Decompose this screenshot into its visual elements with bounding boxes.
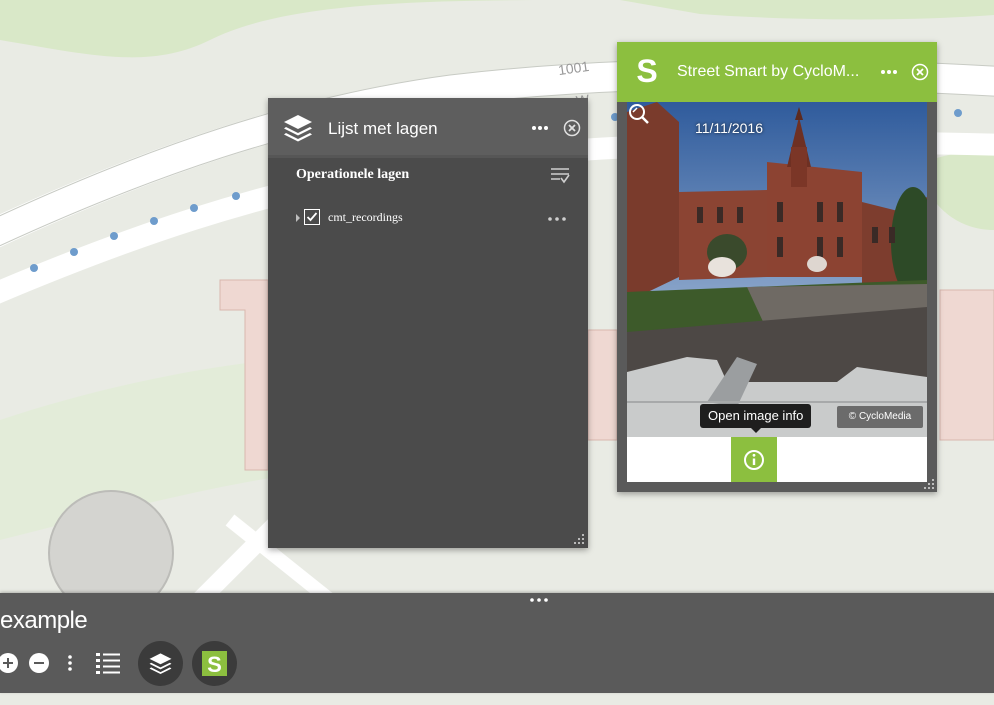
zoom-out-icon[interactable] [29, 653, 49, 673]
expand-triangle-icon[interactable] [294, 213, 302, 223]
checkmark-icon [306, 212, 318, 222]
capture-date: 11/11/2016 [695, 120, 763, 136]
resize-handle-icon[interactable] [923, 478, 935, 490]
panorama-image [627, 102, 927, 437]
layer-name: cmt_recordings [328, 210, 403, 224]
zoom-in-icon[interactable] [0, 653, 18, 673]
viewer-toolbar [627, 437, 927, 482]
panel-title: Lijst met lagen [328, 119, 438, 138]
more-options-icon[interactable] [879, 64, 899, 80]
image-info-tooltip: Open image info [700, 404, 812, 433]
layer-list-button[interactable] [138, 641, 183, 686]
street-smart-logo-icon: S [202, 651, 227, 676]
logo-letter: S [207, 652, 222, 676]
section-title: Operationele lagen [296, 167, 410, 182]
layer-list-panel: Lijst met lagen Operationele lagen cmt_r… [268, 98, 588, 548]
filter-layers-icon[interactable] [549, 164, 571, 186]
app-title: example [0, 607, 88, 634]
street-smart-logo-icon: S [636, 54, 657, 88]
layer-more-options-icon[interactable] [546, 213, 568, 225]
copyright-label: © CycloMedia [837, 406, 923, 428]
bottom-toolbar: example S [0, 593, 994, 693]
layers-icon [149, 653, 172, 675]
image-info-button[interactable] [731, 437, 777, 482]
street-smart-panel: S Street Smart by CycloM... 11/11/2016 ©… [617, 42, 937, 492]
panel-title: Street Smart by CycloM... [677, 63, 860, 80]
zoom-to-location-icon[interactable] [627, 102, 651, 126]
drag-handle-icon[interactable] [528, 597, 550, 603]
list-icon[interactable] [94, 651, 122, 675]
layer-list-header[interactable]: Lijst met lagen [268, 98, 588, 158]
street-smart-button[interactable]: S [192, 641, 237, 686]
info-icon [744, 450, 764, 470]
layer-checkbox[interactable] [304, 209, 320, 225]
resize-handle-icon[interactable] [573, 533, 585, 545]
close-icon[interactable] [563, 119, 581, 137]
street-smart-header[interactable]: S Street Smart by CycloM... [617, 42, 937, 102]
layers-icon [284, 115, 312, 142]
vertical-ellipsis-icon[interactable] [64, 653, 76, 673]
logo-letter: S [636, 54, 657, 88]
close-icon[interactable] [911, 63, 929, 81]
layer-row[interactable]: cmt_recordings [294, 207, 574, 229]
more-options-icon[interactable] [530, 120, 550, 136]
panorama-viewer[interactable]: 11/11/2016 © CycloMedia [627, 102, 927, 437]
